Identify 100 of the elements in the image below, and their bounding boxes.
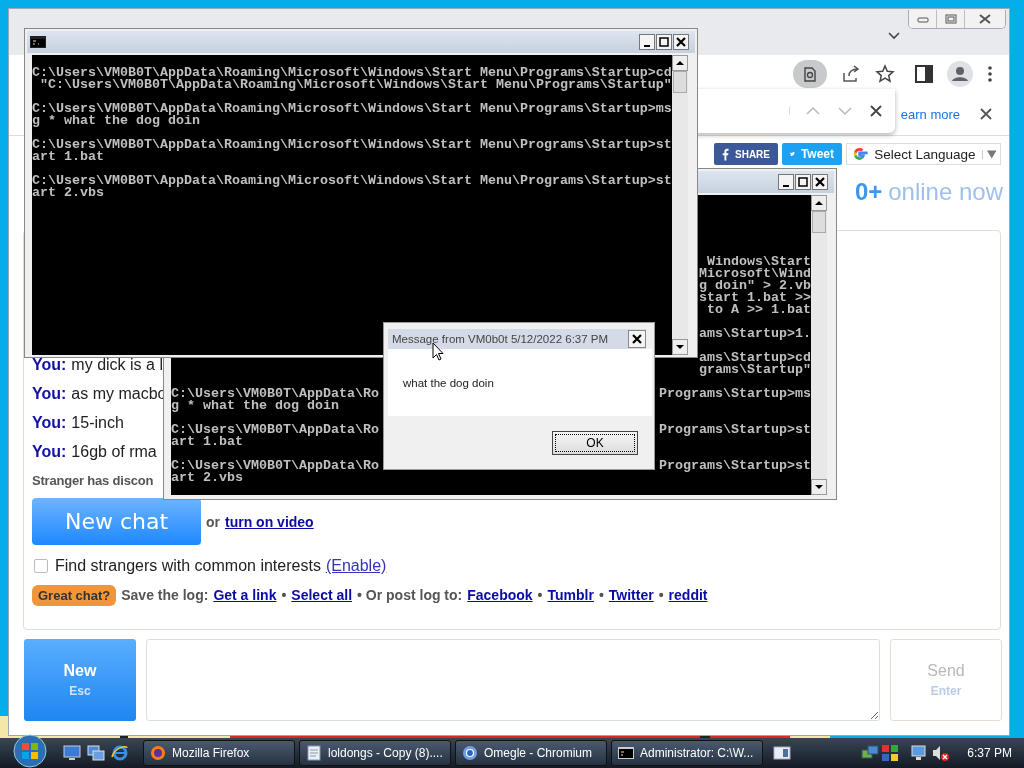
close-button[interactable] — [812, 174, 828, 190]
console-line: art 2.vbs — [171, 472, 243, 484]
message-text: 16gb of rma — [71, 442, 157, 461]
side-panel-icon[interactable] — [915, 65, 933, 83]
log-link[interactable]: Get a link — [213, 587, 277, 603]
facebook-share-button[interactable]: SHARE — [714, 143, 778, 165]
scroll-thumb[interactable] — [812, 211, 826, 233]
maximize-button[interactable] — [656, 34, 672, 50]
log-link[interactable]: reddit — [668, 587, 708, 603]
taskbar-button[interactable]: Administrator: C:\W... — [611, 740, 763, 766]
console-line: C:\Users\VM0B0T\AppData\Ro — [171, 460, 379, 472]
scrollbar[interactable] — [811, 195, 827, 495]
console-icon — [618, 747, 634, 759]
share-icon[interactable] — [841, 64, 861, 84]
console-line: ams\Startup>1. — [699, 328, 811, 340]
taskbar-button[interactable]: Mozilla Firefox — [143, 740, 295, 766]
caret-icon — [981, 149, 996, 159]
taskbar-button[interactable]: loldongs - Copy (8).... — [299, 740, 451, 766]
console-line: grams\Startup" — [699, 364, 811, 376]
window-switcher-icon[interactable] — [773, 745, 791, 761]
console-line: C:\Users\VM0B0T\AppData\Roaming\Microsoft\Windows\Start Menu\Programs\Startup>ms — [32, 103, 672, 115]
log-link[interactable]: Tumblr — [547, 587, 594, 603]
console-line: Programs\Startup>st — [659, 424, 811, 436]
console-line: Programs\Startup>st — [659, 460, 811, 472]
close-button[interactable] — [673, 34, 689, 50]
console-line: "C:\Users\VM0B0T\AppData\Roaming\Microsoft\Windows\Start Menu\Programs\Startup" — [40, 79, 672, 91]
sender-label: You: — [32, 384, 67, 403]
close-icon — [815, 177, 825, 187]
video-link[interactable]: turn on video — [225, 513, 314, 530]
interests-label: Find strangers with common interests — [55, 557, 321, 575]
scroll-down-icon[interactable] — [811, 479, 827, 495]
console-line: C:\Users\VM0B0T\AppData\Ro — [171, 424, 379, 436]
console-line: Microsoft\Wind — [699, 268, 811, 280]
maximize-icon — [798, 177, 808, 187]
console-line: Programs\Startup>ms — [659, 388, 811, 400]
windows-icon[interactable] — [87, 745, 105, 761]
maximize-button[interactable] — [795, 174, 811, 190]
scroll-up-icon[interactable] — [811, 195, 827, 211]
close-icon[interactable] — [980, 108, 992, 120]
chevron-icon[interactable] — [888, 32, 900, 40]
console-line: art 1.bat — [32, 151, 104, 163]
taskbar-button[interactable]: Omegle - Chromium — [455, 740, 607, 766]
close-button[interactable] — [965, 10, 1005, 28]
interests-checkbox[interactable] — [34, 559, 48, 573]
language-select[interactable]: Select Language — [846, 143, 1001, 165]
enable-link[interactable]: (Enable) — [325, 557, 387, 575]
log-label: • — [537, 587, 543, 603]
profile-icon[interactable] — [947, 61, 973, 87]
status-message: Stranger has discon — [32, 472, 154, 490]
facebook-icon — [722, 147, 729, 161]
online-count: 0+ — [854, 178, 883, 206]
sender-label: You: — [32, 442, 67, 461]
sender-label: You: — [32, 413, 67, 432]
dialog-title: Message from VM0b0t 5/12/2022 6:37 PM — [392, 333, 609, 345]
log-label: • — [281, 587, 287, 603]
menu-icon[interactable] — [987, 65, 993, 83]
zoom-icon[interactable] — [793, 60, 827, 88]
console-line: g * what the dog doin — [32, 115, 200, 127]
scrollbar[interactable] — [672, 55, 688, 355]
muted-speaker-icon[interactable] — [931, 744, 950, 762]
log-link[interactable]: Select all — [291, 587, 353, 603]
desktop-icon[interactable] — [63, 745, 81, 761]
great-chat-badge: Great chat? — [32, 584, 117, 606]
minimize-icon — [783, 185, 789, 187]
minimize-button[interactable] — [778, 174, 794, 190]
console-line: C:\Users\VM0B0T\AppData\Ro — [171, 388, 379, 400]
internet-explorer-icon[interactable] — [111, 744, 129, 762]
scroll-up-icon[interactable] — [672, 55, 688, 71]
network-icon[interactable] — [861, 744, 880, 762]
or-label: or — [206, 513, 220, 530]
console-line: art 2.vbs — [32, 187, 104, 199]
console-line: g * what the dog doin — [171, 400, 339, 412]
notepad-icon — [306, 745, 322, 761]
console-line: Windows\Start — [707, 256, 811, 268]
close-icon — [632, 334, 642, 344]
restore-icon — [944, 14, 957, 24]
console-line: C:\Users\VM0B0T\AppData\Roaming\Microsoft\Windows\Start Menu\Programs\Startup>st — [32, 175, 672, 187]
message-input[interactable] — [146, 639, 880, 721]
message-text: my dick is a l — [71, 355, 163, 374]
security-icon[interactable] — [881, 744, 900, 762]
scroll-down-icon[interactable] — [672, 339, 688, 355]
console-line: C:\Users\VM0B0T\AppData\Roaming\Microsoft\Windows\Start Menu\Programs\Startup>cd — [32, 67, 672, 79]
message-text: 15-inch — [71, 413, 124, 432]
clock[interactable]: 6:37 PM — [967, 746, 1012, 760]
star-icon[interactable] — [875, 64, 895, 84]
log-link[interactable]: Twitter — [608, 587, 654, 603]
minimize-icon — [644, 45, 650, 47]
close-button[interactable] — [628, 330, 646, 348]
learn-more-link[interactable]: earn more — [900, 106, 960, 122]
close-icon — [978, 14, 992, 24]
scroll-thumb[interactable] — [673, 71, 687, 93]
close-icon[interactable] — [870, 105, 882, 117]
ok-button[interactable]: OK — [552, 430, 638, 455]
maximize-icon — [659, 37, 669, 47]
minimize-button[interactable] — [639, 34, 655, 50]
start-button[interactable] — [13, 734, 47, 768]
log-label: • — [658, 587, 664, 603]
console-icon — [30, 36, 46, 48]
log-label: • — [598, 587, 604, 603]
log-link[interactable]: Facebook — [467, 587, 533, 603]
